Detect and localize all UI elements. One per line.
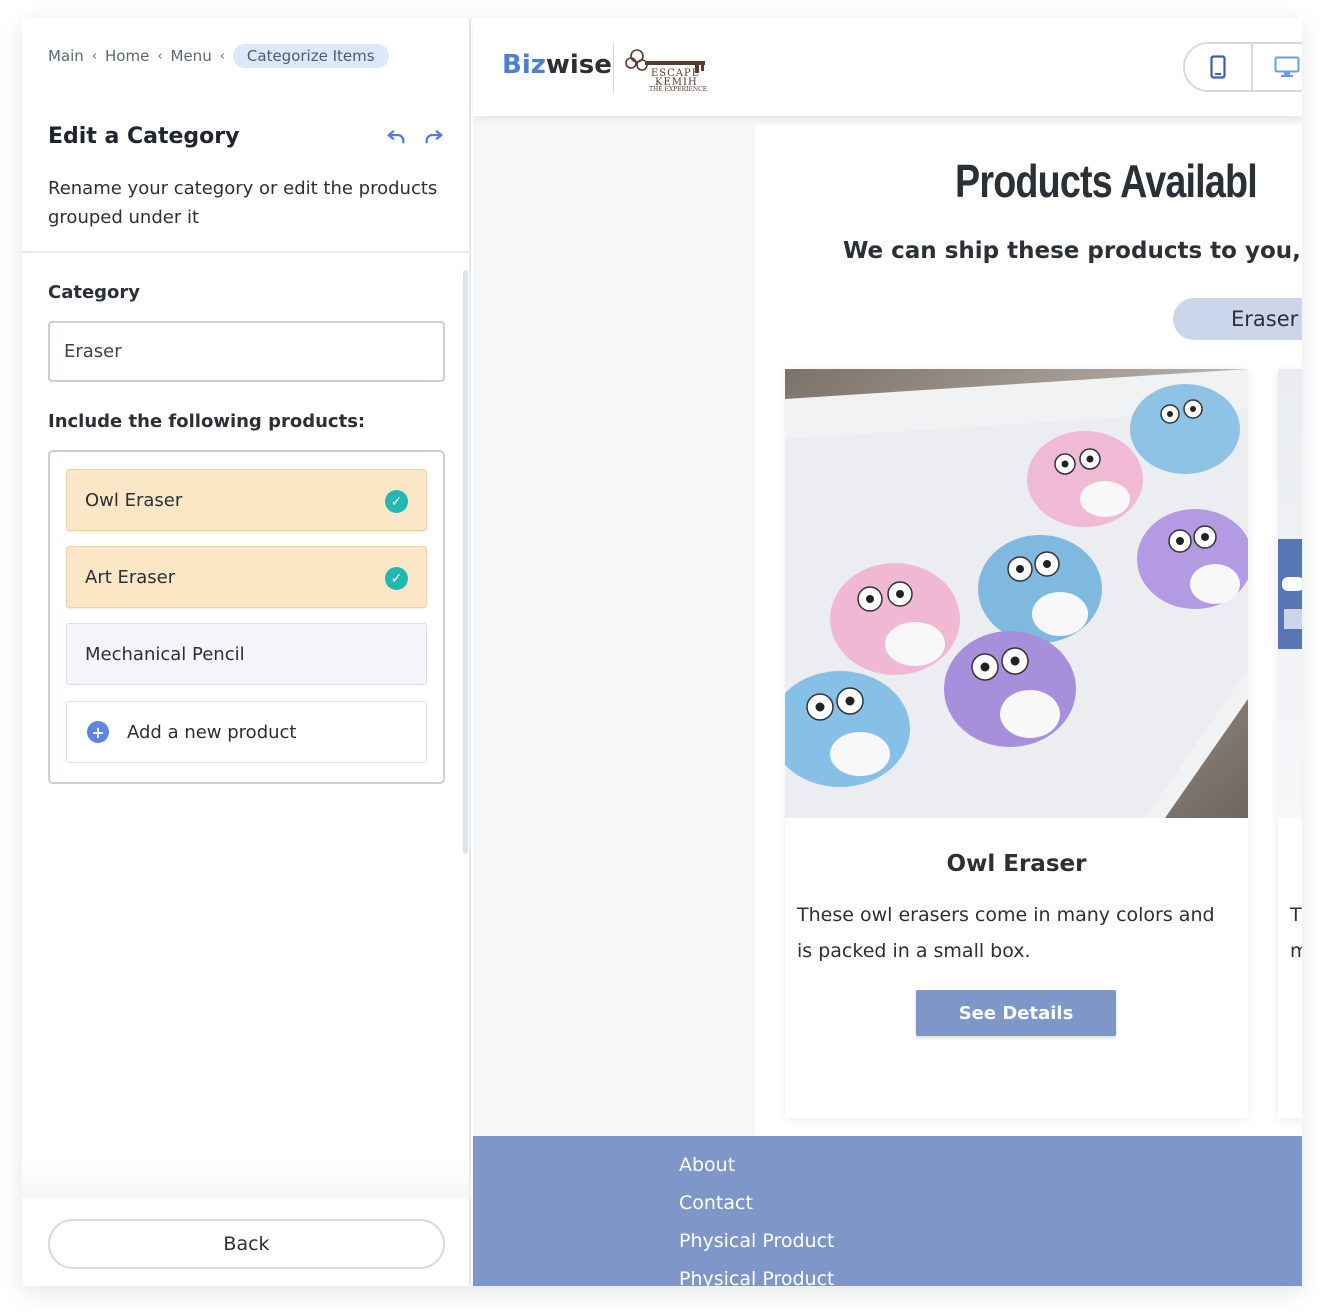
check-circle-icon: ✓ xyxy=(385,490,408,513)
see-details-button[interactable]: See Details xyxy=(916,990,1116,1036)
product-item-label: Owl Eraser xyxy=(85,489,183,511)
chevron-left-icon: ‹ xyxy=(157,48,163,64)
undo-icon[interactable] xyxy=(384,124,408,148)
product-card-title: Owl Eraser xyxy=(946,851,1087,877)
product-card-description: Tl m xyxy=(1290,904,1302,962)
footer-link-about[interactable]: About xyxy=(679,1154,735,1176)
preview-canvas: Products Availabl We can ship these prod… xyxy=(473,116,1302,1156)
footer-link-physical-product[interactable]: Physical Product xyxy=(679,1230,834,1252)
add-product-button[interactable]: + Add a new product xyxy=(66,701,427,763)
panel-title: Edit a Category xyxy=(48,124,240,149)
product-card: Tl m xyxy=(1278,369,1302,1118)
footer-link-physical-product[interactable]: Physical Product xyxy=(679,1268,834,1286)
chevron-left-icon: ‹ xyxy=(219,48,225,64)
site-preview: Bizwise ESCAPE KEMIH THE EXPERIENCE Prod… xyxy=(473,18,1302,1286)
footer-link-contact[interactable]: Contact xyxy=(679,1192,753,1214)
scrollbar[interactable] xyxy=(463,270,468,854)
breadcrumb-home[interactable]: Home xyxy=(105,47,149,65)
fade-overlay xyxy=(22,1158,471,1198)
check-circle-icon: ✓ xyxy=(385,567,408,590)
key-logo-icon: ESCAPE KEMIH THE EXPERIENCE xyxy=(625,46,711,93)
product-item-label: Art Eraser xyxy=(85,566,176,588)
preview-topbar: Bizwise ESCAPE KEMIH THE EXPERIENCE xyxy=(473,18,1302,116)
mobile-view-icon[interactable] xyxy=(1185,44,1253,90)
category-label: Category xyxy=(48,282,141,303)
divider xyxy=(22,251,471,253)
redo-icon[interactable] xyxy=(422,124,446,148)
chevron-left-icon: ‹ xyxy=(91,48,98,64)
category-pill[interactable]: Eraser xyxy=(1173,298,1302,340)
preview-page: Products Availabl We can ship these prod… xyxy=(755,124,1302,1144)
app-frame: Main ‹ Home ‹ Menu ‹ Categorize Items Ed… xyxy=(22,18,1302,1286)
product-card-description: These owl erasers come in many colors an… xyxy=(797,904,1215,962)
product-image xyxy=(785,369,1248,818)
category-input[interactable] xyxy=(48,321,445,382)
product-image xyxy=(1278,369,1302,818)
back-button[interactable]: Back xyxy=(48,1219,445,1269)
page-subheading: We can ship these products to you, no m xyxy=(843,238,1302,264)
page-heading: Products Availabl xyxy=(955,155,1258,207)
brand-logo: Bizwise xyxy=(502,50,612,80)
add-product-label: Add a new product xyxy=(127,721,297,743)
divider xyxy=(613,42,614,94)
product-item-owl-eraser[interactable]: Owl Eraser ✓ xyxy=(66,469,427,531)
device-switcher xyxy=(1183,42,1302,92)
product-list: Owl Eraser ✓ Art Eraser ✓ Mechanical Pen… xyxy=(48,450,445,784)
plus-circle-icon: + xyxy=(87,721,109,743)
desktop-view-icon[interactable] xyxy=(1253,44,1302,90)
breadcrumb-menu[interactable]: Menu xyxy=(171,47,212,65)
product-item-label: Mechanical Pencil xyxy=(85,643,245,665)
breadcrumb-current: Categorize Items xyxy=(232,44,389,68)
site-footer: About Contact Physical Product Physical … xyxy=(473,1136,1302,1286)
breadcrumb: Main ‹ Home ‹ Menu ‹ Categorize Items xyxy=(48,44,389,68)
breadcrumb-main[interactable]: Main xyxy=(48,47,84,65)
product-item-art-eraser[interactable]: Art Eraser ✓ xyxy=(66,546,427,608)
svg-text:THE EXPERIENCE: THE EXPERIENCE xyxy=(649,86,707,92)
product-item-mechanical-pencil[interactable]: Mechanical Pencil xyxy=(66,623,427,685)
panel-description: Rename your category or edit the product… xyxy=(48,178,438,228)
include-products-label: Include the following products: xyxy=(48,411,366,432)
editor-panel: Main ‹ Home ‹ Menu ‹ Categorize Items Ed… xyxy=(22,18,471,1286)
product-card: Owl Eraser These owl erasers come in man… xyxy=(785,369,1248,1118)
